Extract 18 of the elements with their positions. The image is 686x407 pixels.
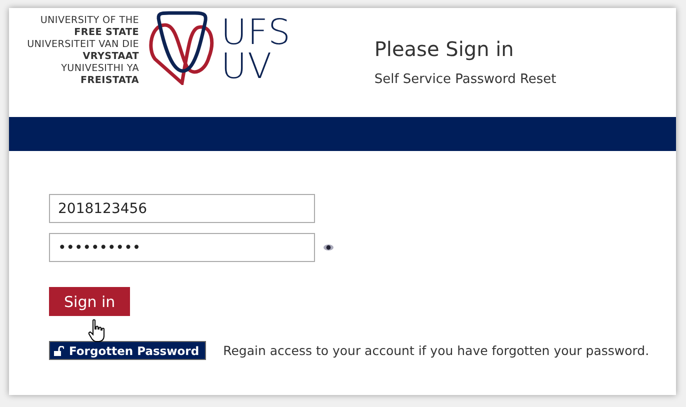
university-name-line: UNIVERSITY OF THE xyxy=(40,15,139,27)
forgotten-password-button[interactable]: Forgotten Password xyxy=(49,341,206,360)
university-name-line: VRYSTAAT xyxy=(82,51,139,63)
username-field[interactable]: 2018123456 xyxy=(49,194,315,223)
page-subtitle: Self Service Password Reset xyxy=(374,72,556,87)
university-name-line: UNIVERSITEIT VAN DIE xyxy=(27,39,139,51)
university-logo-icon xyxy=(149,11,215,85)
page-title: Please Sign in xyxy=(374,36,515,62)
university-name-line: FREISTATA xyxy=(80,75,139,87)
sign-in-button[interactable]: Sign in xyxy=(49,287,130,316)
university-name-line: FREE STATE xyxy=(74,27,139,39)
forgotten-password-description: Regain access to your account if you have forgotten your password. xyxy=(223,343,650,358)
unlock-icon xyxy=(54,346,64,356)
hand-cursor-icon xyxy=(88,319,106,343)
university-name-line: YUNIVESITHI YA xyxy=(61,63,139,75)
wordmark: UFS UV xyxy=(221,16,292,84)
eye-icon[interactable] xyxy=(323,244,334,251)
password-field[interactable]: •••••••••• xyxy=(49,233,315,262)
